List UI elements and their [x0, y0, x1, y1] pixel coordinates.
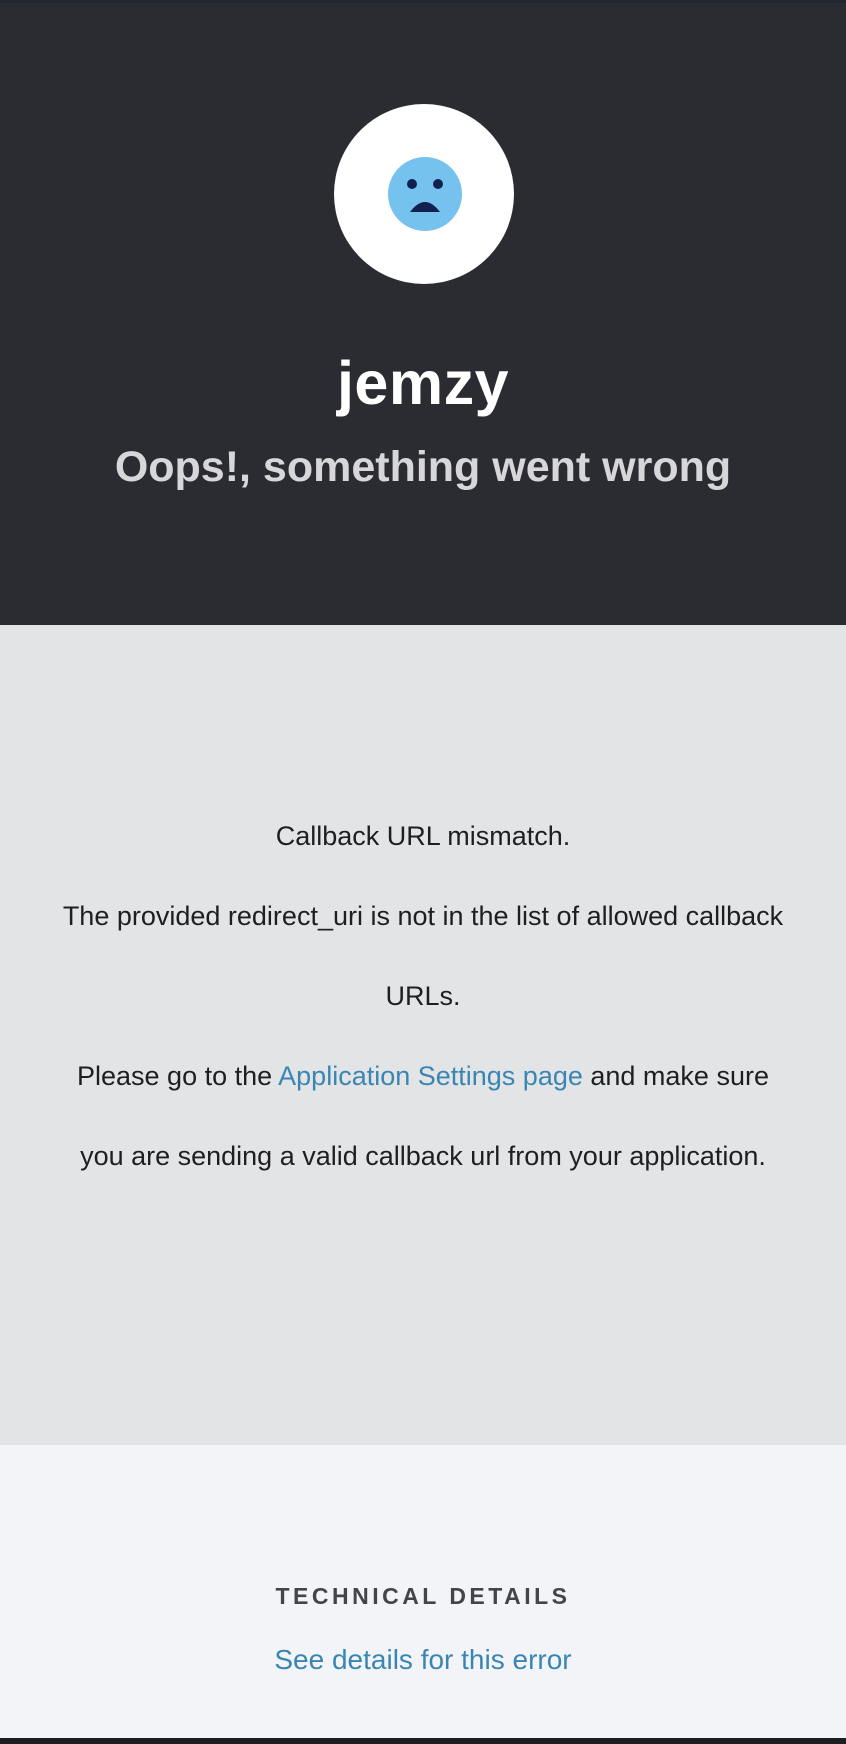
error-instructions: Please go to the Application Settings pa…: [60, 1036, 786, 1196]
technical-details-section: TECHNICAL DETAILS See details for this e…: [0, 1445, 846, 1738]
technical-details-title: TECHNICAL DETAILS: [275, 1583, 571, 1609]
avatar: [334, 104, 514, 284]
error-summary: Callback URL mismatch.: [275, 821, 571, 851]
error-message-section: Callback URL mismatch. The provided redi…: [0, 625, 846, 1445]
error-message: Callback URL mismatch. The provided redi…: [60, 796, 786, 1196]
details-link-wrapper: See details for this error: [0, 1640, 846, 1680]
sad-face-icon: [388, 157, 462, 231]
error-header: jemzy Oops!, something went wrong: [0, 3, 846, 625]
application-settings-link[interactable]: Application Settings page: [278, 1061, 583, 1091]
bottom-border: [0, 1738, 846, 1744]
error-description: The provided redirect_uri is not in the …: [62, 901, 784, 1011]
see-error-details-link[interactable]: See details for this error: [274, 1644, 571, 1675]
instructions-prefix: Please go to the: [77, 1061, 279, 1091]
error-headline: Oops!, something went wrong: [114, 443, 732, 491]
app-name: jemzy: [336, 349, 510, 417]
